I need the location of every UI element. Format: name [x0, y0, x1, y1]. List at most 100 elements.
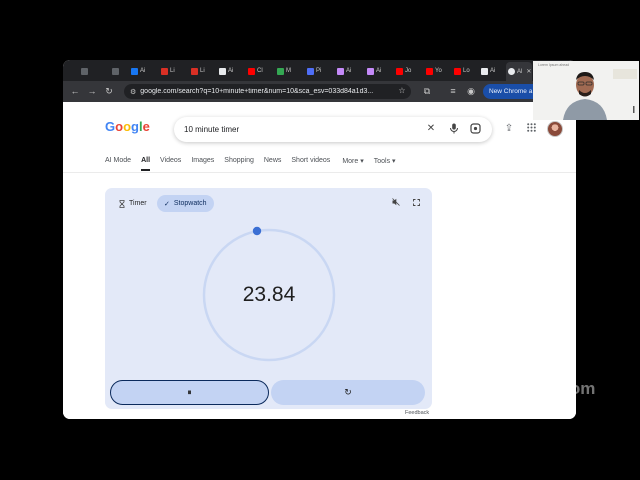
checkmark-icon: ✓ — [164, 200, 170, 208]
gemini-icon — [367, 67, 374, 75]
webcam-caption: Lorem Ipsum ahead — [538, 63, 570, 67]
fullscreen-icon[interactable] — [411, 198, 422, 209]
account-avatar[interactable] — [547, 121, 563, 137]
browser-tab-label: Jo — [405, 68, 412, 74]
browser-tab-label: Cl — [257, 68, 263, 74]
browser-tab[interactable] — [79, 64, 92, 78]
pause-button[interactable]: ⏸ — [110, 380, 269, 405]
google-logo[interactable]: Google — [105, 119, 150, 134]
gmail-icon — [191, 67, 198, 75]
browser-window: AiLiLiAiClMPiAiAiJoYoLoAiAl✕+ ← → ↻ ⚙ go… — [63, 60, 576, 419]
browser-tab-label: Li — [200, 68, 205, 74]
meta-icon — [131, 67, 138, 75]
clear-icon[interactable]: ✕ — [425, 123, 437, 135]
notion-icon — [481, 67, 488, 75]
back-icon[interactable]: ← — [69, 85, 81, 97]
browser-tab-label: Ai — [228, 68, 234, 74]
openai-icon — [219, 67, 226, 75]
youtube-icon — [248, 67, 255, 75]
browser-tab-label: Ai — [140, 68, 146, 74]
pi-icon — [307, 67, 314, 75]
logo-letter: G — [105, 119, 116, 134]
google-icon — [508, 68, 515, 75]
tab-group-icon — [81, 67, 88, 75]
stopwatch-chip[interactable]: ✓ Stopwatch — [157, 195, 214, 212]
feedback-link[interactable]: Feedback — [405, 410, 429, 416]
reset-button[interactable]: ↻ — [271, 380, 425, 405]
browser-tab-label: Lo — [463, 68, 470, 74]
logo-letter: g — [131, 119, 139, 134]
browser-tab[interactable]: Cl — [246, 64, 265, 78]
browser-tab[interactable]: Li — [189, 64, 207, 78]
gemini-icon — [337, 67, 344, 75]
youtube-icon — [454, 67, 461, 75]
search-box[interactable]: 10 minute timer ✕ — [174, 117, 492, 142]
search-tab[interactable]: All — [141, 157, 151, 171]
browser-tab-label: M — [286, 68, 291, 74]
apps-grid-icon[interactable] — [525, 123, 537, 135]
logo-letter: o — [115, 119, 124, 134]
timer-chip[interactable]: Timer — [113, 195, 153, 212]
logo-letter: e — [142, 119, 150, 134]
media-icon[interactable]: ≡ — [447, 85, 459, 97]
search-tab[interactable]: Tools ▾ — [374, 157, 396, 171]
youtube-icon — [396, 67, 403, 75]
stopwatch-chip-label: Stopwatch — [173, 200, 207, 207]
profile-icon[interactable]: ◉ — [465, 85, 477, 97]
browser-tab[interactable]: Ai — [129, 64, 147, 78]
hourglass-icon — [119, 199, 125, 208]
browser-tab-label: Pi — [316, 68, 322, 74]
forward-icon[interactable]: → — [86, 85, 98, 97]
url-text: google.com/search?q=10+minute+timer&num=… — [140, 88, 374, 95]
browser-toolbar: ← → ↻ ⚙ google.com/search?q=10+minute+ti… — [63, 81, 576, 102]
search-input[interactable]: 10 minute timer — [184, 125, 239, 134]
site-info-icon[interactable]: ⚙ — [130, 88, 136, 96]
mic-icon[interactable] — [448, 123, 460, 135]
gmail-icon — [161, 67, 168, 75]
search-tab[interactable]: Videos — [160, 157, 181, 171]
elapsed-time: 23.84 — [242, 283, 296, 306]
browser-tab[interactable]: Ai — [335, 64, 353, 78]
browser-tab-active[interactable]: Al ✕ — [506, 62, 532, 81]
browser-tab-label: Ai — [346, 68, 352, 74]
search-tab[interactable]: More ▾ — [342, 157, 363, 171]
search-tabs: AI Mode All Videos Images Shopping News Short … — [105, 157, 406, 171]
extensions-icon[interactable]: ⧉ — [421, 85, 433, 97]
browser-tab-label: Li — [170, 68, 175, 74]
browser-tab[interactable]: Ai — [365, 64, 383, 78]
zoom-watermark: zoom — [551, 379, 596, 398]
bookmark-star-icon[interactable]: ☆ — [396, 85, 408, 97]
stopwatch-card: Timer ✓ Stopwatch 23.84 ⏸ ↻ — [105, 188, 432, 409]
search-tab[interactable]: News — [264, 157, 282, 171]
map-icon — [277, 67, 284, 75]
google-results-page: Google 10 minute timer ✕ ⇪ AI Mode All Vid… — [63, 102, 576, 419]
browser-tab[interactable]: Lo — [452, 64, 472, 78]
browser-tab[interactable]: Jo — [394, 64, 413, 78]
address-bar[interactable]: ⚙ google.com/search?q=10+minute+timer&nu… — [124, 84, 411, 99]
browser-tab[interactable]: Pi — [305, 64, 323, 78]
browser-tab[interactable]: Li — [159, 64, 177, 78]
browser-tab[interactable]: Ai — [217, 64, 235, 78]
share-icon[interactable]: ⇪ — [503, 123, 515, 135]
search-tab[interactable]: Shopping — [224, 157, 254, 171]
logo-letter: o — [123, 119, 132, 134]
reload-icon[interactable]: ↻ — [103, 85, 115, 97]
browser-tab-label: Ai — [490, 68, 496, 74]
browser-tab-label: Al — [517, 68, 523, 75]
mute-icon[interactable] — [390, 198, 401, 209]
browser-tab-label: Yo — [435, 68, 442, 74]
screen: AiLiLiAiClMPiAiAiJoYoLoAiAl✕+ ← → ↻ ⚙ go… — [0, 0, 640, 480]
browser-tab[interactable] — [110, 64, 123, 78]
lens-icon[interactable] — [469, 123, 481, 135]
search-tab[interactable]: Short videos — [291, 157, 330, 171]
chevron-down-icon — [112, 67, 119, 75]
browser-tab[interactable]: Yo — [424, 64, 444, 78]
divider — [63, 172, 576, 173]
presenter-video — [563, 69, 637, 120]
browser-tab[interactable]: Ai — [479, 64, 497, 78]
browser-tab-label: Ai — [376, 68, 382, 74]
close-tab-icon[interactable]: ✕ — [526, 68, 531, 75]
browser-tab[interactable]: M — [275, 64, 293, 78]
search-tab[interactable]: Images — [191, 157, 214, 171]
search-tab[interactable]: AI Mode — [105, 157, 131, 171]
